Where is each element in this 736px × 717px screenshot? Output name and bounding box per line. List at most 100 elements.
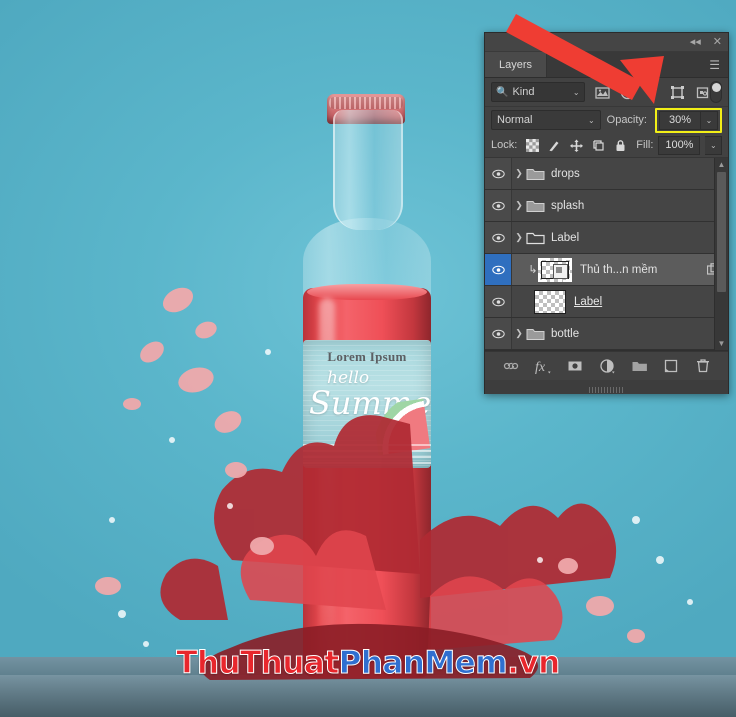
lock-transparent-pixels-icon[interactable] <box>526 138 540 152</box>
eye-icon <box>491 201 505 210</box>
filter-kind-select[interactable]: 🔍 Kind ⌄ <box>491 82 585 102</box>
add-layer-mask-icon[interactable] <box>567 358 583 374</box>
layer-visibility-toggle[interactable] <box>485 254 512 285</box>
eye-icon <box>491 169 505 178</box>
lock-label: Lock: <box>491 139 518 151</box>
panel-tab-bar: Layers ☰ <box>485 52 728 78</box>
svg-text:fx: fx <box>535 360 546 374</box>
fill-chevron-down-icon[interactable]: ⌄ <box>705 135 723 155</box>
layers-scrollbar[interactable]: ▲ ▼ <box>714 158 728 350</box>
scroll-up-icon[interactable]: ▲ <box>715 158 728 171</box>
eye-icon <box>491 329 505 338</box>
adjustment-layer-filter-icon[interactable] <box>620 85 635 100</box>
layer-visibility-toggle[interactable] <box>485 190 512 221</box>
folder-icon <box>526 169 545 180</box>
scrollbar-thumb[interactable] <box>717 172 726 292</box>
folder-icon <box>526 329 545 340</box>
layer-thumbnail[interactable] <box>534 289 566 314</box>
group-expand-chevron-icon[interactable]: ❯ <box>512 328 526 339</box>
layer-row[interactable]: ❯ splash <box>485 190 728 222</box>
collapse-panel-icon[interactable]: ◂◂ <box>690 36 701 48</box>
tab-layers-label: Layers <box>499 58 533 71</box>
layers-panel-footer: fx <box>485 351 728 380</box>
layer-name: drops <box>551 167 580 180</box>
new-adjustment-layer-icon[interactable] <box>599 358 615 374</box>
delete-layer-icon[interactable] <box>695 358 711 374</box>
layer-row[interactable]: ❯ Label <box>485 222 728 254</box>
lock-all-icon[interactable] <box>614 139 627 152</box>
filter-enable-toggle[interactable] <box>709 81 722 103</box>
layer-thumbnail[interactable] <box>538 257 572 282</box>
filter-kind-label: Kind <box>512 86 535 98</box>
tab-layers[interactable]: Layers <box>485 52 548 77</box>
layer-visibility-toggle[interactable] <box>485 318 512 349</box>
smart-object-filter-icon[interactable] <box>695 85 710 100</box>
chevron-down-icon: ⌄ <box>572 87 580 97</box>
tab-spacer <box>547 52 701 77</box>
floor-reflection <box>0 675 736 717</box>
transform-corner-icon <box>538 257 547 267</box>
layer-row[interactable]: ❯ drops <box>485 158 728 190</box>
layer-filter-bar: 🔍 Kind ⌄ <box>485 78 728 107</box>
soda-bottle: Lorem Ipsum hello Summer <box>297 88 437 678</box>
link-layers-icon[interactable] <box>503 358 519 374</box>
type-layer-filter-icon[interactable] <box>645 85 660 100</box>
search-icon: 🔍 <box>496 86 509 98</box>
layer-visibility-toggle[interactable] <box>485 158 512 189</box>
layer-row[interactable]: Label <box>485 286 728 318</box>
transform-corner-icon <box>563 257 572 267</box>
folder-open-icon <box>526 232 545 245</box>
site-watermark: ThuThuatPhanMem.vn <box>0 645 736 682</box>
label-stripes <box>303 444 431 468</box>
watermark-part3: .vn <box>507 645 561 682</box>
resize-grip-icon <box>588 387 625 393</box>
fill-label: Fill: <box>636 139 654 151</box>
chevron-down-icon: ⌄ <box>587 115 595 125</box>
new-layer-icon[interactable] <box>663 358 679 374</box>
layer-name: Label <box>551 231 580 244</box>
transform-corner-icon <box>538 272 547 282</box>
opacity-chevron-down-icon[interactable]: ⌄ <box>701 110 718 130</box>
panel-menu-icon[interactable]: ☰ <box>701 52 728 77</box>
panel-resize-strip[interactable] <box>485 380 728 394</box>
opacity-label: Opacity: <box>606 114 647 126</box>
layer-row[interactable]: ❯ bottle <box>485 318 728 350</box>
watermark-part2: PhanMem <box>338 645 508 682</box>
group-expand-chevron-icon[interactable]: ❯ <box>512 168 526 179</box>
pixel-layer-filter-icon[interactable] <box>594 85 610 100</box>
fill-input[interactable]: 100% <box>658 135 701 155</box>
layers-list: ❯ drops ❯ splash ❯ Label ↳ Thủ th...n mề… <box>485 158 728 351</box>
layer-name: Label <box>574 295 603 308</box>
layer-row[interactable]: ↳ Thủ th...n mềm <box>485 254 728 286</box>
folder-icon <box>526 201 545 212</box>
blend-mode-value: Normal <box>497 114 533 126</box>
layer-name: splash <box>551 199 585 212</box>
lock-image-pixels-icon[interactable] <box>548 139 561 152</box>
lock-fill-row: Lock: Fill: 100% ⌄ <box>485 133 728 158</box>
lock-position-icon[interactable] <box>570 139 584 152</box>
filter-type-icons <box>594 85 710 100</box>
eye-icon <box>491 233 505 242</box>
bottle-label: Lorem Ipsum hello Summer <box>303 340 431 468</box>
layer-visibility-toggle[interactable] <box>485 222 512 253</box>
lock-artboard-icon[interactable] <box>592 139 605 152</box>
layer-row[interactable]: ❯ background <box>485 350 728 351</box>
layer-visibility-toggle[interactable] <box>485 286 512 317</box>
eye-icon <box>491 297 505 306</box>
close-icon[interactable]: ✕ <box>713 36 722 48</box>
scroll-down-icon[interactable]: ▼ <box>715 337 728 350</box>
panel-titlebar: ◂◂ ✕ <box>485 33 728 52</box>
layers-panel: ◂◂ ✕ Layers ☰ 🔍 Kind ⌄ Normal ⌄ Opacity:… <box>484 32 729 394</box>
group-expand-chevron-icon[interactable]: ❯ <box>512 200 526 211</box>
layer-visibility-toggle[interactable] <box>485 350 512 351</box>
layer-style-fx-icon[interactable]: fx <box>535 358 551 375</box>
layer-name: bottle <box>551 327 580 340</box>
fill-group: Fill: 100% ⌄ <box>636 135 723 155</box>
new-group-icon[interactable] <box>631 358 647 374</box>
transform-corner-icon <box>563 272 572 282</box>
watermark-part1: ThuThuat <box>176 645 340 682</box>
blend-mode-select[interactable]: Normal ⌄ <box>491 110 601 130</box>
opacity-input[interactable]: 30% <box>659 110 701 130</box>
group-collapse-chevron-icon[interactable]: ❯ <box>512 232 526 243</box>
shape-layer-filter-icon[interactable] <box>670 85 685 100</box>
